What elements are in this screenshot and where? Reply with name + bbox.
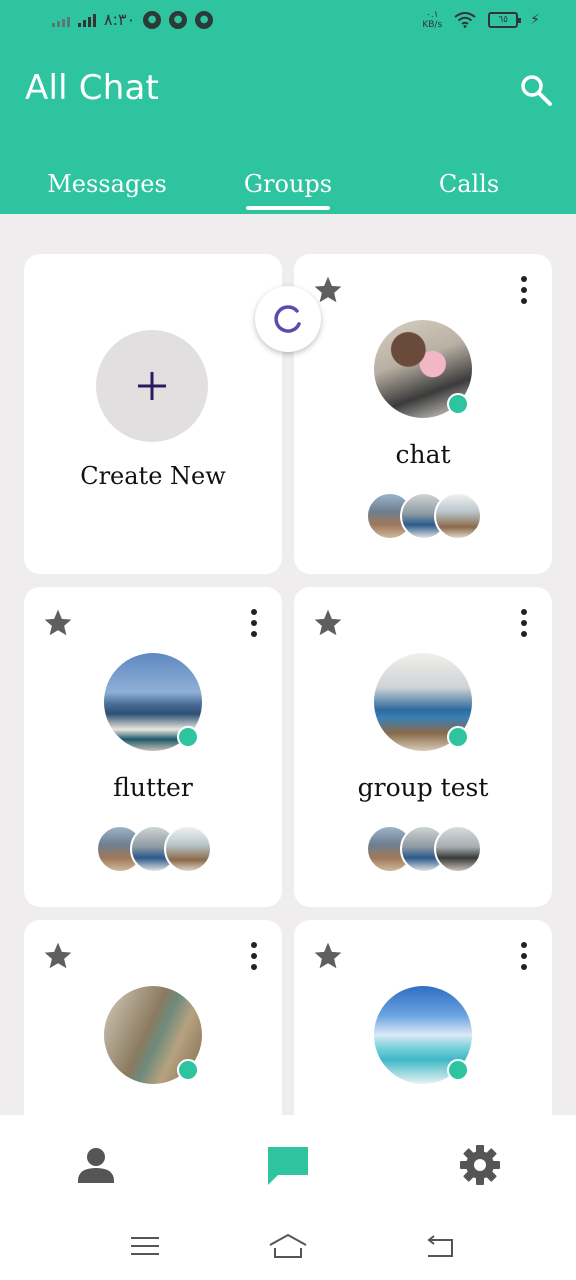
wifi-icon (454, 12, 476, 28)
spinner-icon (274, 305, 301, 333)
create-new-label: Create New (80, 462, 226, 490)
charging-icon: ⚡ (530, 12, 540, 28)
app-title: All Chat (25, 68, 160, 108)
group-card[interactable]: chat (294, 254, 552, 574)
person-icon[interactable] (72, 1141, 120, 1189)
star-icon[interactable] (312, 607, 344, 639)
home-icon[interactable] (268, 1231, 308, 1261)
group-card[interactable]: flutter (24, 587, 282, 907)
star-icon[interactable] (42, 940, 74, 972)
group-name: group test (357, 773, 489, 802)
more-options-icon[interactable] (250, 942, 258, 970)
create-new-button[interactable] (96, 330, 208, 442)
tab-calls[interactable]: Calls (374, 170, 564, 198)
status-bar: ٨:٣٠ ● ● ● ٠.١ KB/s ٦٥ ⚡ (0, 0, 576, 44)
signal-icon-2 (78, 13, 96, 27)
online-indicator (447, 1059, 469, 1081)
search-icon[interactable] (518, 72, 554, 108)
member-avatar (434, 492, 482, 540)
star-icon[interactable] (312, 274, 344, 306)
plus-icon (138, 372, 166, 400)
star-icon[interactable] (312, 940, 344, 972)
online-indicator (447, 393, 469, 415)
more-options-icon[interactable] (520, 942, 528, 970)
member-avatars (366, 825, 486, 875)
status-time: ٨:٣٠ (104, 10, 136, 29)
network-speed: ٠.١ KB/s (422, 10, 443, 30)
tab-groups[interactable]: Groups (193, 170, 383, 198)
online-indicator (447, 726, 469, 748)
tab-bar: Messages Groups Calls (0, 160, 576, 214)
app-header: ٨:٣٠ ● ● ● ٠.١ KB/s ٦٥ ⚡ All Chat Messag… (0, 0, 576, 214)
back-icon[interactable] (422, 1231, 458, 1261)
online-indicator (177, 726, 199, 748)
member-avatar (434, 825, 482, 873)
member-avatars (366, 492, 486, 542)
star-icon[interactable] (42, 607, 74, 639)
group-name: chat (395, 440, 451, 469)
group-name: flutter (113, 773, 193, 802)
group-card[interactable]: group test (294, 587, 552, 907)
chat-bubble-icon[interactable] (264, 1141, 312, 1189)
menu-icon[interactable] (127, 1231, 163, 1261)
message-icon: ● (169, 10, 188, 29)
tab-messages[interactable]: Messages (12, 170, 202, 198)
member-avatar (164, 825, 212, 873)
loading-spinner (255, 286, 321, 352)
member-avatars (96, 825, 216, 875)
whatsapp-icon: ● (143, 10, 162, 29)
battery-icon: ٦٥ (488, 12, 522, 28)
signal-icon (52, 13, 70, 27)
leaf-icon: ● (195, 10, 214, 29)
online-indicator (177, 1059, 199, 1081)
tab-indicator (246, 206, 330, 210)
more-options-icon[interactable] (520, 276, 528, 304)
create-new-card[interactable]: Create New (24, 254, 282, 574)
system-navigation-bar (0, 1221, 576, 1271)
more-options-icon[interactable] (520, 609, 528, 637)
more-options-icon[interactable] (250, 609, 258, 637)
gear-icon[interactable] (456, 1141, 504, 1189)
bottom-navigation (0, 1115, 576, 1280)
